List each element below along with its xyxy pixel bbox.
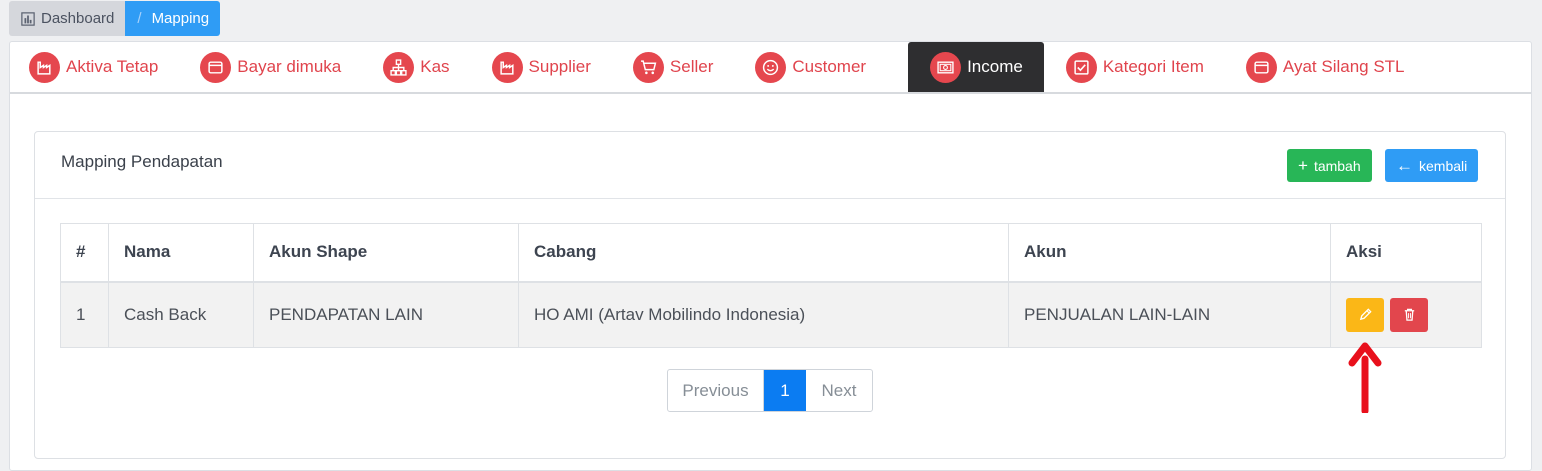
mapping-card: Aktiva Tetap Bayar dimuka Kas Supplier S… bbox=[9, 41, 1532, 471]
breadcrumb: Dashboard / Mapping bbox=[9, 1, 221, 36]
sitemap-icon bbox=[383, 51, 415, 83]
mapping-pendapatan-panel: Mapping Pendapatan + tambah ← kembali # … bbox=[34, 131, 1506, 459]
tab-label: Bayar dimuka bbox=[237, 57, 342, 76]
tab-label: Customer bbox=[792, 57, 867, 76]
breadcrumb-separator: / bbox=[137, 10, 142, 27]
wallet-icon bbox=[1245, 51, 1277, 83]
pagination-previous[interactable]: Previous bbox=[668, 370, 764, 411]
column-header-aksi: Aksi bbox=[1330, 223, 1482, 283]
tab-ayat-silang-stl[interactable]: Ayat Silang STL bbox=[1245, 42, 1427, 92]
back-button-label: kembali bbox=[1419, 157, 1468, 174]
table-row: 1 Cash Back PENDAPATAN LAIN HO AMI (Arta… bbox=[60, 281, 1482, 348]
tab-label: Income bbox=[967, 57, 1023, 76]
column-header-nama: Nama bbox=[108, 223, 254, 283]
tab-label: Seller bbox=[669, 57, 714, 76]
add-button-label: tambah bbox=[1313, 157, 1361, 174]
breadcrumb-dashboard-label: Dashboard bbox=[41, 10, 115, 27]
arrow-left-icon: ← bbox=[1396, 156, 1413, 175]
pagination: Previous 1 Next bbox=[667, 369, 873, 412]
pagination-page-current[interactable]: 1 bbox=[764, 370, 806, 411]
tab-label: Supplier bbox=[528, 57, 591, 76]
tab-label: Kas bbox=[420, 57, 450, 76]
cell-nama: Cash Back bbox=[108, 281, 254, 348]
column-header-akun: Akun bbox=[1008, 223, 1331, 283]
cell-akun: PENJUALAN LAIN-LAIN bbox=[1008, 281, 1331, 348]
back-button[interactable]: ← kembali bbox=[1385, 149, 1479, 182]
breadcrumb-dashboard-link[interactable]: Dashboard bbox=[9, 1, 126, 36]
pagination-next[interactable]: Next bbox=[806, 370, 872, 411]
cart-icon bbox=[632, 51, 664, 83]
tab-label: Aktiva Tetap bbox=[66, 57, 159, 76]
money-icon bbox=[930, 51, 962, 83]
tab-aktiva-tetap[interactable]: Aktiva Tetap bbox=[29, 42, 180, 92]
tab-seller[interactable]: Seller bbox=[632, 42, 735, 92]
tab-kas[interactable]: Kas bbox=[383, 42, 471, 92]
annotation-arrow-icon bbox=[1348, 342, 1382, 413]
tab-label: Kategori Item bbox=[1102, 57, 1204, 76]
wallet-icon bbox=[200, 51, 232, 83]
panel-header: Mapping Pendapatan + tambah ← kembali bbox=[35, 132, 1505, 199]
cell-akun-shape: PENDAPATAN LAIN bbox=[253, 281, 519, 348]
column-header-akun-shape: Akun Shape bbox=[253, 223, 519, 283]
column-header-cabang: Cabang bbox=[518, 223, 1009, 283]
cell-aksi bbox=[1330, 281, 1482, 348]
trash-icon bbox=[1404, 308, 1414, 322]
tab-customer[interactable]: Customer bbox=[755, 42, 888, 92]
breadcrumb-current: / Mapping bbox=[125, 1, 221, 36]
plus-icon: + bbox=[1298, 156, 1308, 175]
edit-button[interactable] bbox=[1346, 297, 1384, 332]
tab-income[interactable]: Income bbox=[908, 42, 1044, 92]
mapping-table: # Nama Akun Shape Cabang Akun Aksi 1 Cas… bbox=[60, 223, 1482, 348]
tab-supplier[interactable]: Supplier bbox=[491, 42, 613, 92]
table-header-row: # Nama Akun Shape Cabang Akun Aksi bbox=[60, 223, 1482, 283]
delete-button[interactable] bbox=[1390, 297, 1428, 332]
mapping-tabs: Aktiva Tetap Bayar dimuka Kas Supplier S… bbox=[10, 42, 1531, 94]
cell-cabang: HO AMI (Artav Mobilindo Indonesia) bbox=[518, 281, 1009, 348]
add-button[interactable]: + tambah bbox=[1287, 149, 1372, 182]
tab-bayar-dimuka[interactable]: Bayar dimuka bbox=[200, 42, 363, 92]
row-actions bbox=[1346, 297, 1466, 332]
breadcrumb-current-label: Mapping bbox=[151, 10, 210, 27]
pen-icon bbox=[1359, 308, 1372, 321]
panel-title: Mapping Pendapatan bbox=[61, 152, 223, 171]
column-header-number: # bbox=[60, 223, 109, 283]
smile-icon bbox=[755, 51, 787, 83]
cell-number: 1 bbox=[60, 281, 109, 348]
factory-icon bbox=[29, 51, 60, 83]
tab-kategori-item[interactable]: Kategori Item bbox=[1065, 42, 1226, 92]
bar-chart-icon bbox=[21, 11, 35, 26]
checkbox-icon bbox=[1065, 51, 1097, 83]
tab-label: Ayat Silang STL bbox=[1282, 57, 1405, 76]
factory-icon bbox=[491, 51, 523, 83]
